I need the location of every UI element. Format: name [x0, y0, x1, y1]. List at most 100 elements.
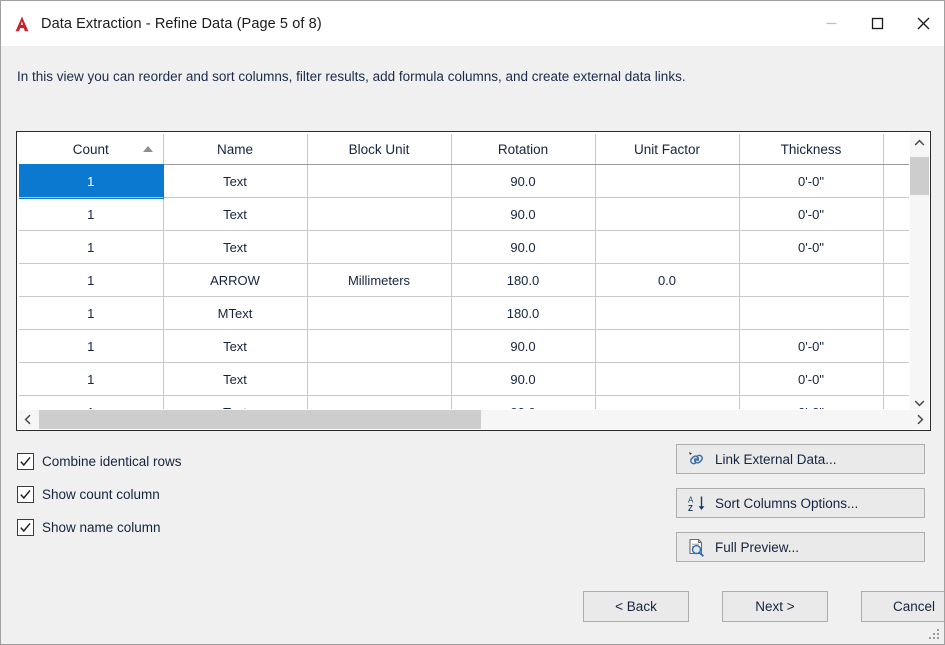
cell-unit-factor[interactable]: 0.0: [595, 263, 740, 297]
checkmark-icon: [20, 522, 31, 533]
checkbox-label: Show count column: [42, 487, 160, 502]
cell-count[interactable]: 1: [19, 296, 164, 330]
grid-options-group: Combine identical rows Show count column…: [17, 445, 182, 544]
cell-name[interactable]: Text: [163, 230, 308, 264]
cell-count[interactable]: 1: [19, 230, 164, 264]
data-extraction-dialog: Data Extraction - Refine Data (Page 5 of…: [0, 0, 945, 645]
cell-name[interactable]: Text: [163, 164, 308, 198]
back-button[interactable]: < Back: [583, 591, 689, 622]
cell-block-unit[interactable]: [307, 197, 452, 231]
cell-thickness[interactable]: 0'-0": [739, 197, 884, 231]
column-header-label: Name: [216, 141, 253, 157]
cell-block-unit[interactable]: [307, 164, 452, 198]
cell-unit-factor[interactable]: [595, 197, 740, 231]
cell-block-unit[interactable]: [307, 362, 452, 396]
column-header-count[interactable]: Count: [19, 134, 164, 165]
table-row[interactable]: 1 Text 90.0 0'-0": [19, 329, 914, 363]
grid-vertical-scrollbar[interactable]: [909, 133, 929, 412]
cell-count[interactable]: 1: [19, 263, 164, 297]
button-label: Sort Columns Options...: [715, 495, 859, 511]
cell-thickness[interactable]: [739, 296, 884, 330]
scroll-left-button[interactable]: [18, 410, 37, 429]
checkbox-show-name-column[interactable]: Show name column: [17, 511, 182, 544]
cell-block-unit[interactable]: [307, 296, 452, 330]
cell-count[interactable]: 1: [19, 362, 164, 396]
cell-thickness[interactable]: 0'-0": [739, 164, 884, 198]
cell-unit-factor[interactable]: [595, 230, 740, 264]
cell-unit-factor[interactable]: [595, 296, 740, 330]
cell-unit-factor[interactable]: [595, 362, 740, 396]
close-icon: [917, 17, 929, 30]
cell-thickness[interactable]: 0'-0": [739, 329, 884, 363]
cell-count[interactable]: 1: [19, 163, 164, 199]
maximize-button[interactable]: [854, 1, 900, 46]
data-table: Count Name Block Unit Rotation Unit Fact…: [19, 134, 914, 411]
checkbox-label: Combine identical rows: [42, 454, 182, 469]
table-row[interactable]: 1 Text 90.0 0'-0": [19, 163, 914, 199]
sort-columns-options-button[interactable]: A Z Sort Columns Options...: [676, 488, 925, 518]
column-header-label: Block Unit: [348, 141, 410, 157]
table-body: 1 Text 90.0 0'-0" 1 Text 90.0 0'-0" 1 Te…: [19, 163, 914, 411]
scroll-up-button[interactable]: [910, 133, 929, 152]
checkbox-combine-identical-rows[interactable]: Combine identical rows: [17, 445, 182, 478]
cell-name[interactable]: ARROW: [163, 263, 308, 297]
horizontal-scroll-thumb[interactable]: [39, 410, 481, 429]
grid-horizontal-scrollbar[interactable]: [18, 409, 929, 429]
table-row[interactable]: 1 MText 180.0: [19, 296, 914, 330]
sort-az-icon: A Z: [686, 493, 706, 513]
checkbox-show-count-column[interactable]: Show count column: [17, 478, 182, 511]
table-row[interactable]: 1 Text 90.0 0'-0": [19, 230, 914, 264]
cell-thickness[interactable]: 0'-0": [739, 230, 884, 264]
cell-rotation[interactable]: 90.0: [451, 197, 596, 231]
page-preview-magnifier-icon: [686, 537, 706, 557]
checkmark-icon: [20, 456, 31, 467]
cell-unit-factor[interactable]: [595, 329, 740, 363]
column-header-thickness[interactable]: Thickness: [739, 134, 884, 165]
checkbox-box: [17, 519, 34, 536]
checkbox-box: [17, 486, 34, 503]
column-header-name[interactable]: Name: [163, 134, 308, 165]
chevron-up-icon: [914, 139, 925, 146]
cell-rotation[interactable]: 90.0: [451, 230, 596, 264]
cell-rotation[interactable]: 90.0: [451, 329, 596, 363]
cell-name[interactable]: Text: [163, 197, 308, 231]
cell-name[interactable]: MText: [163, 296, 308, 330]
cell-thickness[interactable]: [739, 263, 884, 297]
link-external-data-button[interactable]: Link External Data...: [676, 444, 925, 474]
cell-block-unit[interactable]: [307, 329, 452, 363]
data-grid-viewport[interactable]: Count Name Block Unit Rotation Unit Fact…: [19, 134, 914, 411]
full-preview-button[interactable]: Full Preview...: [676, 532, 925, 562]
cell-name[interactable]: Text: [163, 362, 308, 396]
cell-count[interactable]: 1: [19, 197, 164, 231]
cell-count[interactable]: 1: [19, 329, 164, 363]
next-button[interactable]: Next >: [722, 591, 828, 622]
cell-block-unit[interactable]: Millimeters: [307, 263, 452, 297]
minimize-button[interactable]: [808, 1, 854, 46]
window-controls: [808, 1, 944, 46]
vertical-scroll-thumb[interactable]: [910, 157, 929, 195]
column-header-rotation[interactable]: Rotation: [451, 134, 596, 165]
table-row[interactable]: 1 Text 90.0 0'-0": [19, 362, 914, 396]
column-header-label: Thickness: [780, 141, 842, 157]
scroll-right-button[interactable]: [910, 410, 929, 429]
cell-block-unit[interactable]: [307, 230, 452, 264]
column-header-block-unit[interactable]: Block Unit: [307, 134, 452, 165]
cell-rotation[interactable]: 90.0: [451, 362, 596, 396]
checkbox-box: [17, 453, 34, 470]
data-grid-panel: Count Name Block Unit Rotation Unit Fact…: [16, 131, 931, 431]
cell-name[interactable]: Text: [163, 329, 308, 363]
cell-rotation[interactable]: 180.0: [451, 263, 596, 297]
cell-thickness[interactable]: 0'-0": [739, 362, 884, 396]
chevron-left-icon: [24, 414, 31, 425]
chevron-right-icon: [916, 414, 923, 425]
cell-rotation[interactable]: 90.0: [451, 164, 596, 198]
column-header-unit-factor[interactable]: Unit Factor: [595, 134, 740, 165]
close-button[interactable]: [900, 1, 944, 46]
resize-grip-icon[interactable]: [927, 627, 941, 641]
cell-rotation[interactable]: 180.0: [451, 296, 596, 330]
table-row[interactable]: 1 Text 90.0 0'-0": [19, 197, 914, 231]
cancel-button[interactable]: Cancel: [861, 591, 944, 622]
cell-unit-factor[interactable]: [595, 164, 740, 198]
instruction-text: In this view you can reorder and sort co…: [17, 69, 686, 84]
table-row[interactable]: 1 ARROW Millimeters 180.0 0.0: [19, 263, 914, 297]
